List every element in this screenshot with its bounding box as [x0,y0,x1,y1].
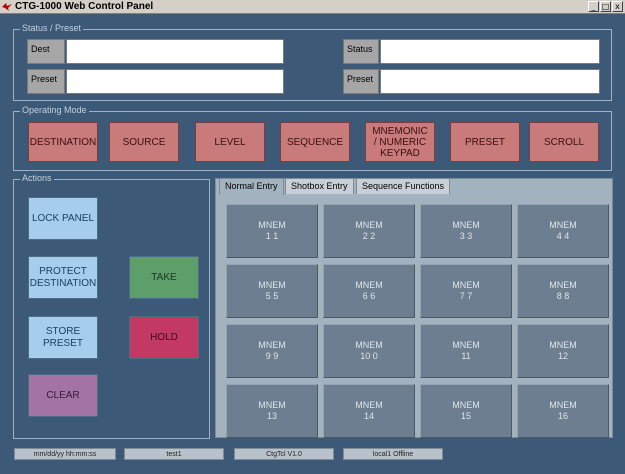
operating-mode-title: Operating Mode [20,105,89,115]
mnem-button[interactable]: MNEM 9 9 [226,324,318,378]
status-preset-title: Status / Preset [20,23,84,33]
window-title: CTG-1000 Web Control Panel [15,1,154,12]
mnem-number: 9 9 [265,351,279,361]
mnemonic-keypad-button[interactable]: MNEMONIC / NUMERIC KEYPAD [365,122,435,162]
mnem-name: MNEM [452,400,480,410]
app-icon [2,2,12,12]
mnem-number: 6 6 [362,291,376,301]
take-button[interactable]: TAKE [129,256,199,299]
mnem-button[interactable]: MNEM 12 [517,324,609,378]
mnem-name: MNEM [452,220,480,230]
preset-left-field[interactable] [66,69,284,94]
mnem-name: MNEM [355,220,383,230]
mnem-name: MNEM [258,340,286,350]
mnem-button[interactable]: MNEM 10 0 [323,324,415,378]
protect-destination-button[interactable]: PROTECT DESTINATION [28,256,98,299]
tab-sequence-functions[interactable]: Sequence Functions [356,178,451,194]
mnem-button[interactable]: MNEM 8 8 [517,264,609,318]
mnem-number: 14 [363,411,374,421]
destination-button[interactable]: DESTINATION [28,122,98,162]
source-button[interactable]: SOURCE [109,122,179,162]
mnem-button[interactable]: MNEM 13 [226,384,318,438]
mnem-name: MNEM [549,340,577,350]
mnem-name: MNEM [549,280,577,290]
clear-button[interactable]: CLEAR [28,374,98,417]
mnem-button[interactable]: MNEM 14 [323,384,415,438]
sequence-button[interactable]: SEQUENCE [280,122,350,162]
preset-right-field[interactable] [380,69,600,94]
preset-button[interactable]: PRESET [450,122,520,162]
actions-title: Actions [20,173,54,183]
mnem-name: MNEM [355,400,383,410]
mnem-button[interactable]: MNEM 16 [517,384,609,438]
mnem-button[interactable]: MNEM 2 2 [323,204,415,258]
hold-button[interactable]: HOLD [129,316,199,359]
preset-left-label: Preset [27,69,65,94]
mnem-name: MNEM [549,400,577,410]
mnem-button[interactable]: MNEM 6 6 [323,264,415,318]
mnem-button[interactable]: MNEM 5 5 [226,264,318,318]
mnem-number: 7 7 [459,291,473,301]
minimize-button[interactable]: _ [588,1,599,12]
close-button[interactable]: x [612,1,623,12]
mnem-name: MNEM [258,400,286,410]
dest-label: Dest [27,39,65,64]
mnem-button[interactable]: MNEM 3 3 [420,204,512,258]
status-field[interactable] [380,39,600,64]
preset-right-label: Preset [343,69,379,94]
mnem-number: 1 1 [265,231,279,241]
mnem-button[interactable]: MNEM 4 4 [517,204,609,258]
lock-panel-button[interactable]: LOCK PANEL [28,197,98,240]
mnem-button[interactable]: MNEM 1 1 [226,204,318,258]
status-user: test1 [124,448,224,460]
mnem-name: MNEM [452,280,480,290]
status-label: Status [343,39,379,64]
scroll-button[interactable]: SCROLL [529,122,599,162]
level-button[interactable]: LEVEL [195,122,265,162]
mnem-number: 16 [557,411,568,421]
mnem-number: 15 [460,411,471,421]
mnem-number: 10 0 [360,351,378,361]
mnem-number: 2 2 [362,231,376,241]
mnem-button[interactable]: MNEM 15 [420,384,512,438]
store-preset-button[interactable]: STORE PRESET [28,316,98,359]
mnem-name: MNEM [355,280,383,290]
entry-tabs-panel: Normal Entry Shotbox Entry Sequence Func… [215,178,613,438]
mnem-name: MNEM [452,340,480,350]
mnem-number: 8 8 [556,291,570,301]
mnem-name: MNEM [258,280,286,290]
title-bar: CTG-1000 Web Control Panel _ □ x [0,0,625,14]
mnem-name: MNEM [258,220,286,230]
mnem-number: 11 [461,351,471,361]
mnem-number: 13 [266,411,277,421]
maximize-button[interactable]: □ [600,1,611,12]
mnem-name: MNEM [549,220,577,230]
status-version: CtgTcl V1.0 [234,448,334,460]
mnem-button[interactable]: MNEM 11 [420,324,512,378]
mnem-button[interactable]: MNEM 7 7 [420,264,512,318]
tab-shotbox-entry[interactable]: Shotbox Entry [285,178,354,194]
mnem-name: MNEM [355,340,383,350]
tab-normal-entry[interactable]: Normal Entry [219,178,284,195]
mnem-number: 12 [557,351,568,361]
status-datetime: mm/dd/yy hh:mm:ss [14,448,116,460]
dest-field[interactable] [66,39,284,64]
mnem-number: 4 4 [556,231,570,241]
mnem-number: 5 5 [265,291,279,301]
status-connection: local1 Offline [343,448,443,460]
mnem-number: 3 3 [459,231,473,241]
